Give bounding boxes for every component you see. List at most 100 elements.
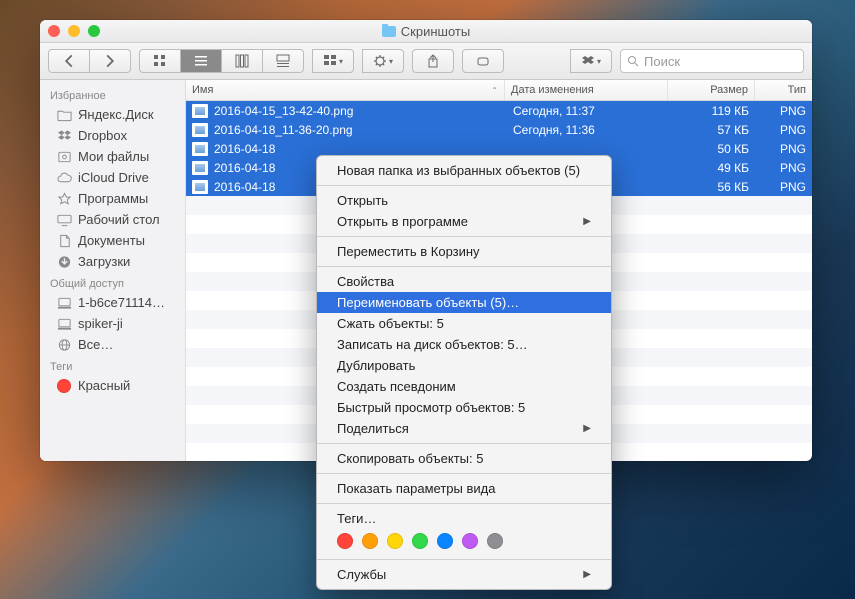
menu-item-label: Дублировать <box>337 358 415 373</box>
menu-item[interactable]: Дублировать <box>317 355 611 376</box>
col-name[interactable]: Имя⌃ <box>186 80 505 100</box>
folder-icon <box>56 108 72 122</box>
menu-item-label: Теги… <box>337 511 376 526</box>
cloud-icon <box>56 171 72 185</box>
sidebar-item[interactable]: Dropbox <box>40 125 185 146</box>
view-coverflow-button[interactable] <box>263 49 304 73</box>
tag-color[interactable] <box>487 533 503 549</box>
globe-icon <box>56 338 72 352</box>
menu-item[interactable]: Открыть в программе▶ <box>317 211 611 232</box>
sidebar-item[interactable]: Документы <box>40 230 185 251</box>
menu-item[interactable]: Быстрый просмотр объектов: 5 <box>317 397 611 418</box>
minimize-button[interactable] <box>68 25 80 37</box>
menu-item[interactable]: Службы▶ <box>317 564 611 585</box>
back-button[interactable] <box>48 49 90 73</box>
col-date[interactable]: Дата изменения <box>505 80 668 100</box>
view-list-button[interactable] <box>181 49 222 73</box>
zoom-button[interactable] <box>88 25 100 37</box>
sidebar-item[interactable]: Мои файлы <box>40 146 185 167</box>
traffic-lights <box>48 25 100 37</box>
menu-item[interactable]: Переименовать объекты (5)… <box>317 292 611 313</box>
menu-item-label: Сжать объекты: 5 <box>337 316 444 331</box>
tag-color[interactable] <box>337 533 353 549</box>
cell-type: PNG <box>755 161 812 175</box>
toolbar: ▾ ▾ ▾ Поиск <box>40 43 812 80</box>
col-size[interactable]: Размер <box>668 80 755 100</box>
documents-icon <box>56 234 72 248</box>
sidebar-item-label: 1-b6ce71114… <box>78 295 165 310</box>
tags-button[interactable] <box>462 49 504 73</box>
sidebar-item-label: Документы <box>78 233 145 248</box>
tag-colors-row <box>317 529 611 555</box>
view-mode-buttons <box>139 49 304 73</box>
sidebar-item[interactable]: Программы <box>40 188 185 209</box>
sidebar-item[interactable]: Рабочий стол <box>40 209 185 230</box>
menu-item[interactable]: Сжать объекты: 5 <box>317 313 611 334</box>
all-files-icon <box>56 150 72 164</box>
share-button[interactable] <box>412 49 454 73</box>
menu-item[interactable]: Переместить в Корзину <box>317 241 611 262</box>
sidebar-item[interactable]: 1-b6ce71114… <box>40 292 185 313</box>
menu-item-label: Свойства <box>337 274 394 289</box>
menu-item-label: Скопировать объекты: 5 <box>337 451 483 466</box>
computer-icon <box>56 296 72 310</box>
menu-item[interactable]: Записать на диск объектов: 5… <box>317 334 611 355</box>
menu-item[interactable]: Создать псевдоним <box>317 376 611 397</box>
cell-date: Сегодня, 11:36 <box>507 123 669 137</box>
image-file-icon <box>192 123 208 137</box>
tag-color[interactable] <box>412 533 428 549</box>
cell-size: 119 КБ <box>669 104 755 118</box>
menu-item[interactable]: Показать параметры вида <box>317 478 611 499</box>
menu-item-label: Открыть в программе <box>337 214 468 229</box>
dropbox-icon <box>56 129 72 143</box>
menu-item[interactable]: Поделиться▶ <box>317 418 611 439</box>
file-name: 2016-04-18 <box>214 142 275 156</box>
sidebar-item-label: Все… <box>78 337 113 352</box>
sidebar-item[interactable]: Яндекс.Диск <box>40 104 185 125</box>
cell-name: 2016-04-18 <box>186 142 507 156</box>
tag-color[interactable] <box>437 533 453 549</box>
menu-item[interactable]: Скопировать объекты: 5 <box>317 448 611 469</box>
menu-separator <box>317 443 611 444</box>
sidebar-item[interactable]: Загрузки <box>40 251 185 272</box>
cell-size: 50 КБ <box>669 142 755 156</box>
dropbox-button[interactable]: ▾ <box>570 49 612 73</box>
action-button[interactable]: ▾ <box>362 49 404 73</box>
sort-indicator-icon: ⌃ <box>491 86 498 95</box>
menu-item[interactable]: Теги… <box>317 508 611 529</box>
menu-item[interactable]: Свойства <box>317 271 611 292</box>
sidebar-item[interactable]: Красный <box>40 375 185 396</box>
arrange-button[interactable]: ▾ <box>312 49 354 73</box>
cell-type: PNG <box>755 104 812 118</box>
window-title-text: Скриншоты <box>401 24 470 39</box>
submenu-arrow-icon: ▶ <box>583 423 591 434</box>
file-row[interactable]: 2016-04-18_11-36-20.pngСегодня, 11:3657 … <box>186 120 812 139</box>
menu-item-label: Новая папка из выбранных объектов (5) <box>337 163 580 178</box>
cell-type: PNG <box>755 123 812 137</box>
tag-color[interactable] <box>462 533 478 549</box>
menu-item[interactable]: Новая папка из выбранных объектов (5) <box>317 160 611 181</box>
view-columns-button[interactable] <box>222 49 263 73</box>
column-headers: Имя⌃ Дата изменения Размер Тип <box>186 80 812 101</box>
folder-icon <box>382 26 396 37</box>
image-file-icon <box>192 104 208 118</box>
col-type[interactable]: Тип <box>755 80 812 100</box>
tag-color[interactable] <box>362 533 378 549</box>
sidebar-item[interactable]: Все… <box>40 334 185 355</box>
file-row[interactable]: 2016-04-15_13-42-40.pngСегодня, 11:37119… <box>186 101 812 120</box>
view-icons-button[interactable] <box>139 49 181 73</box>
cell-size: 57 КБ <box>669 123 755 137</box>
menu-item-label: Переименовать объекты (5)… <box>337 295 519 310</box>
sidebar-item[interactable]: iCloud Drive <box>40 167 185 188</box>
menu-item[interactable]: Открыть <box>317 190 611 211</box>
search-field[interactable]: Поиск <box>620 49 804 73</box>
sidebar-item[interactable]: spiker-ji <box>40 313 185 334</box>
sidebar-item-label: Загрузки <box>78 254 130 269</box>
close-button[interactable] <box>48 25 60 37</box>
tag-color[interactable] <box>387 533 403 549</box>
sidebar-item-label: Dropbox <box>78 128 127 143</box>
menu-item-label: Показать параметры вида <box>337 481 495 496</box>
sidebar-item-label: spiker-ji <box>78 316 123 331</box>
forward-button[interactable] <box>90 49 131 73</box>
search-icon <box>627 55 639 67</box>
